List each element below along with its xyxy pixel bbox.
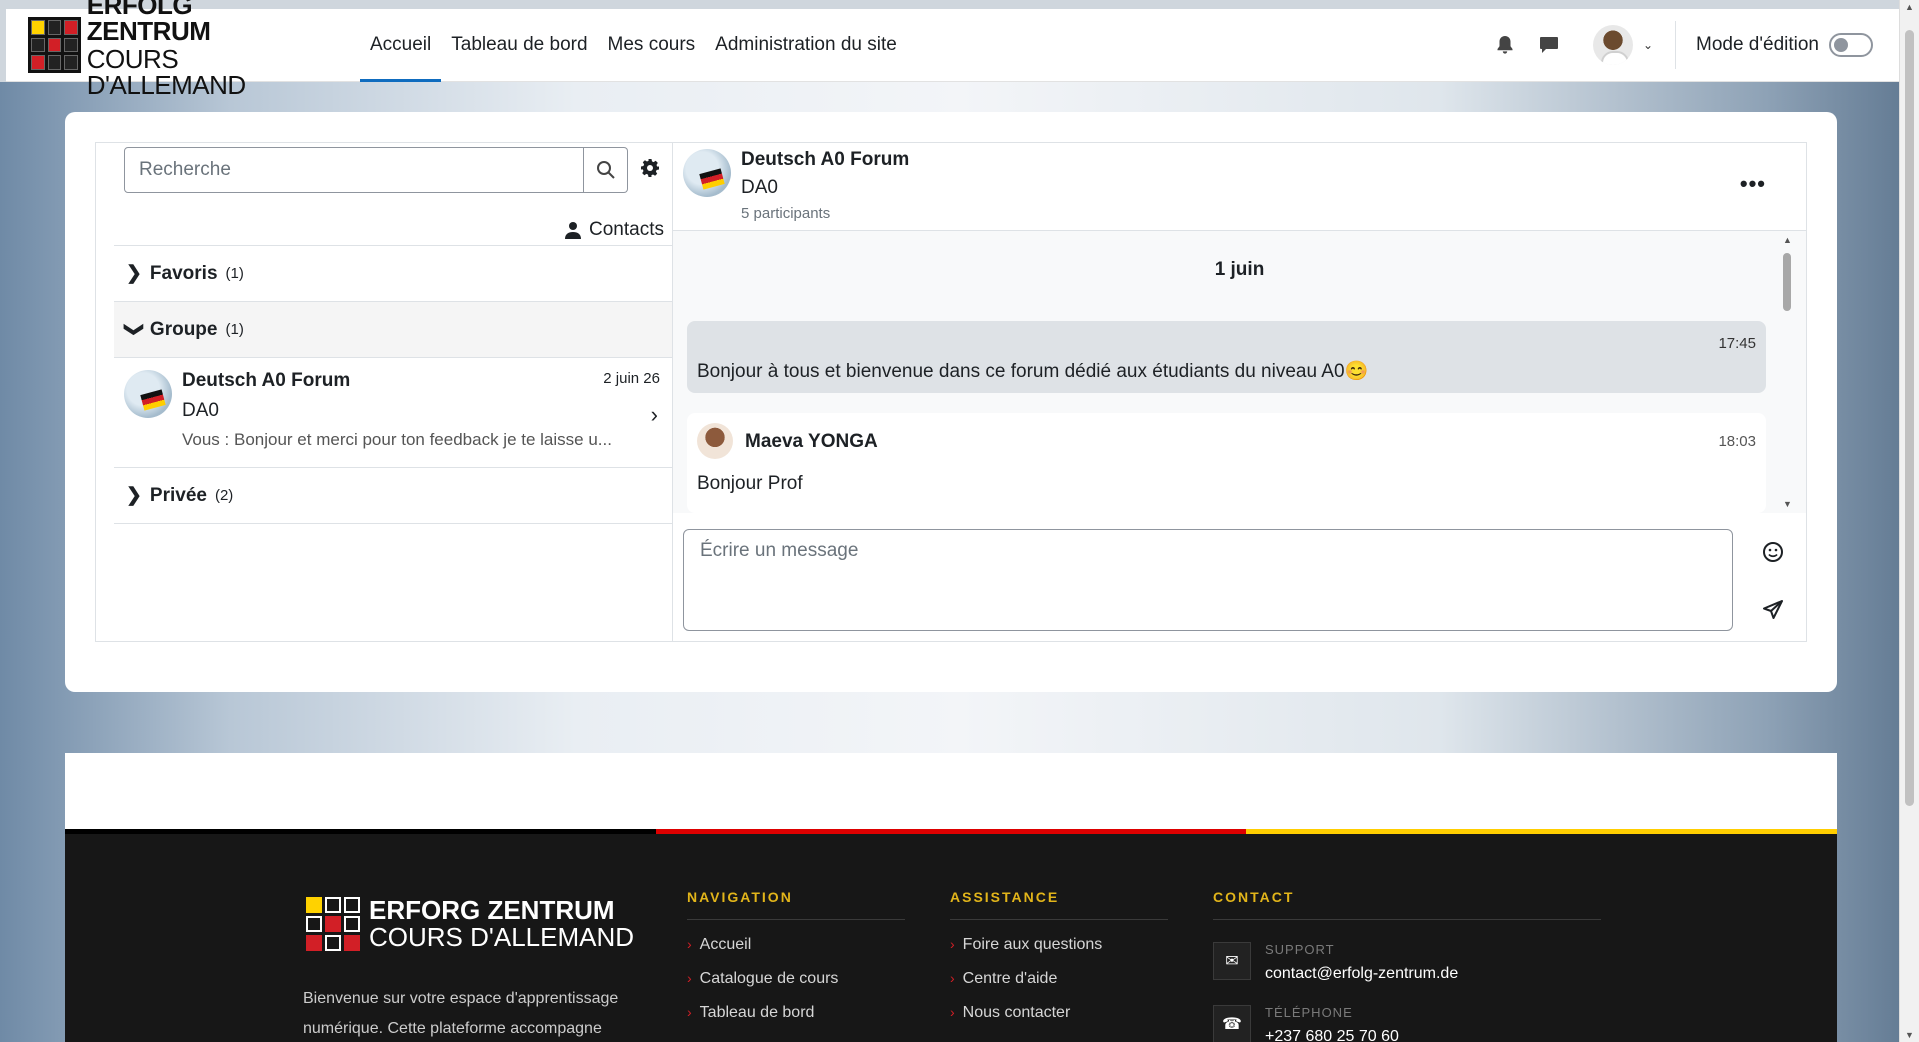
message-time: 17:45	[1718, 335, 1756, 352]
edit-mode-label: Mode d'édition	[1696, 34, 1819, 55]
group-avatar	[683, 149, 731, 197]
footer-link-aide[interactable]: Centre d'aide	[950, 970, 1168, 988]
nav-administration[interactable]: Administration du site	[705, 9, 907, 82]
footer-link-accueil[interactable]: Accueil	[687, 936, 905, 954]
message-input[interactable]: Écrire un message	[683, 529, 1733, 631]
settings-gear-icon[interactable]	[640, 158, 660, 183]
contacts-label: Contacts	[589, 219, 664, 240]
phone-number[interactable]: +237 680 25 70 60	[1265, 1028, 1399, 1042]
emoji-icon[interactable]	[1762, 541, 1784, 568]
messages-chat-icon[interactable]	[1527, 23, 1571, 67]
groupe-count: (1)	[225, 321, 244, 338]
footer-logo-line2: COURS D'ALLEMAND	[369, 922, 635, 952]
nav-tableau-de-bord[interactable]: Tableau de bord	[441, 9, 597, 82]
support-email[interactable]: contact@erfolg-zentrum.de	[1265, 965, 1458, 983]
group-avatar	[124, 370, 172, 418]
favoris-toggle[interactable]: ❯ Favoris (1)	[114, 246, 672, 301]
chevron-right-icon: ❯	[126, 485, 142, 506]
privee-toggle[interactable]: ❯ Privée (2)	[114, 468, 672, 523]
search-input[interactable]: Recherche	[124, 147, 584, 193]
groupe-label: Groupe	[149, 318, 218, 340]
footer-logo-grid-icon	[303, 894, 363, 954]
favoris-count: (1)	[225, 265, 244, 282]
top-navbar: ERFOLG ZENTRUM COURS D'ALLEMAND Accueil …	[6, 0, 1899, 98]
support-label: SUPPORT	[1265, 942, 1335, 957]
favoris-label: Favoris	[149, 262, 218, 284]
chevron-down-icon: ❯	[123, 321, 145, 338]
flag-stripe	[65, 829, 1838, 834]
footer-navigation: NAVIGATION Accueil Catalogue de cours Ta…	[687, 889, 905, 1022]
footer-link-tableau[interactable]: Tableau de bord	[687, 1004, 905, 1022]
groupe-toggle[interactable]: ❯ Groupe (1)	[114, 302, 672, 357]
footer-logo[interactable]: ERFORG ZENTRUM COURS D'ALLEMAND	[303, 894, 634, 954]
conversation-list-panel: Recherche Contacts ❯ Favoris (1) ❯ Group…	[96, 143, 673, 641]
chat-messages[interactable]: 1 juin 17:45 Bonjour à tous et bienvenue…	[673, 231, 1806, 513]
chevron-right-icon: ›	[650, 402, 658, 427]
primary-navigation: Accueil Tableau de bord Mes cours Admini…	[360, 9, 907, 82]
page-scrollbar[interactable]: ▲ ▼	[1899, 0, 1919, 1042]
message-text: Bonjour à tous et bienvenue dans ce foru…	[697, 361, 1369, 382]
footer-link-contact[interactable]: Nous contacter	[950, 1004, 1168, 1022]
nav-mes-cours[interactable]: Mes cours	[598, 9, 706, 82]
footer-assistance: ASSISTANCE Foire aux questions Centre d'…	[950, 889, 1168, 1022]
envelope-icon: ✉	[1213, 942, 1251, 980]
contacts-link[interactable]: Contacts	[96, 193, 672, 245]
footer-logo-line1: ERFORG ZENTRUM	[369, 894, 615, 925]
user-menu-chevron-down-icon[interactable]: ⌄	[1643, 38, 1653, 52]
search-icon[interactable]	[584, 147, 628, 193]
footer-navigation-title: NAVIGATION	[687, 889, 905, 920]
footer-assistance-title: ASSISTANCE	[950, 889, 1168, 920]
nav-accueil[interactable]: Accueil	[360, 9, 442, 82]
logo-line2: COURS D'ALLEMAND	[86, 44, 246, 100]
main-content-card: Recherche Contacts ❯ Favoris (1) ❯ Group…	[65, 112, 1837, 692]
footer-contact-title: CONTACT	[1213, 889, 1601, 920]
chat-header: Deutsch A0 Forum DA0 5 participants •••	[673, 143, 1806, 231]
german-flag-icon	[140, 389, 166, 411]
logo-line1: ERFOLG ZENTRUM	[86, 0, 211, 46]
section-favoris: ❯ Favoris (1)	[114, 245, 672, 301]
navbar-divider	[1675, 21, 1676, 69]
edit-mode-toggle[interactable]	[1829, 33, 1873, 57]
person-icon	[565, 222, 582, 239]
privee-count: (2)	[214, 487, 234, 504]
notifications-bell-icon[interactable]	[1483, 23, 1527, 67]
footer-description: Bienvenue sur votre espace d'apprentissa…	[303, 990, 619, 1037]
message-own: 17:45 Bonjour à tous et bienvenue dans c…	[687, 321, 1766, 393]
logo-grid-icon	[28, 17, 81, 73]
conversation-subtitle: DA0	[182, 400, 219, 421]
message-author: Maeva YONGA	[745, 431, 878, 452]
messaging-panel: Recherche Contacts ❯ Favoris (1) ❯ Group…	[95, 142, 1807, 642]
author-avatar	[697, 423, 733, 459]
chat-panel: Deutsch A0 Forum DA0 5 participants ••• …	[673, 143, 1806, 641]
privee-label: Privée	[149, 484, 207, 506]
footer-link-catalogue[interactable]: Catalogue de cours	[687, 970, 905, 988]
send-icon[interactable]	[1762, 599, 1784, 626]
user-avatar[interactable]	[1592, 25, 1633, 65]
phone-label: TÉLÉPHONE	[1265, 1005, 1353, 1020]
chat-title[interactable]: Deutsch A0 Forum	[741, 149, 909, 171]
chevron-right-icon: ❯	[126, 263, 142, 284]
chat-scrollbar[interactable]: ▲ ▼	[1782, 235, 1792, 509]
footer-link-faq[interactable]: Foire aux questions	[950, 936, 1168, 954]
site-logo[interactable]: ERFOLG ZENTRUM COURS D'ALLEMAND	[28, 0, 318, 98]
site-footer: ERFORG ZENTRUM COURS D'ALLEMAND Bienvenu…	[65, 829, 1838, 1042]
chat-subtitle: DA0	[741, 177, 778, 198]
message-text: Bonjour Prof	[697, 473, 803, 494]
conversation-item[interactable]: Deutsch A0 Forum DA0 Vous : Bonjour et m…	[114, 357, 672, 467]
conversation-last-message: Vous : Bonjour et merci pour ton feedbac…	[182, 430, 612, 449]
day-separator: 1 juin	[1214, 259, 1265, 280]
chat-participants: 5 participants	[741, 205, 831, 222]
section-privee: ❯ Privée (2)	[114, 467, 672, 524]
conversation-date: 2 juin 26	[603, 370, 660, 387]
footer-spacer	[65, 753, 1837, 829]
german-flag-icon	[699, 168, 725, 190]
more-options-icon[interactable]: •••	[1740, 171, 1766, 197]
footer-contact: CONTACT ✉ SUPPORT contact@erfolg-zentrum…	[1213, 889, 1601, 1042]
message-time: 18:03	[1718, 433, 1756, 450]
conversation-title: Deutsch A0 Forum	[182, 370, 351, 391]
section-groupe: ❯ Groupe (1) Deutsch A0 Forum DA0 Vous :…	[114, 301, 672, 467]
message-other: Maeva YONGA 18:03 Bonjour Prof	[687, 413, 1766, 513]
phone-icon: ☎	[1213, 1005, 1251, 1042]
